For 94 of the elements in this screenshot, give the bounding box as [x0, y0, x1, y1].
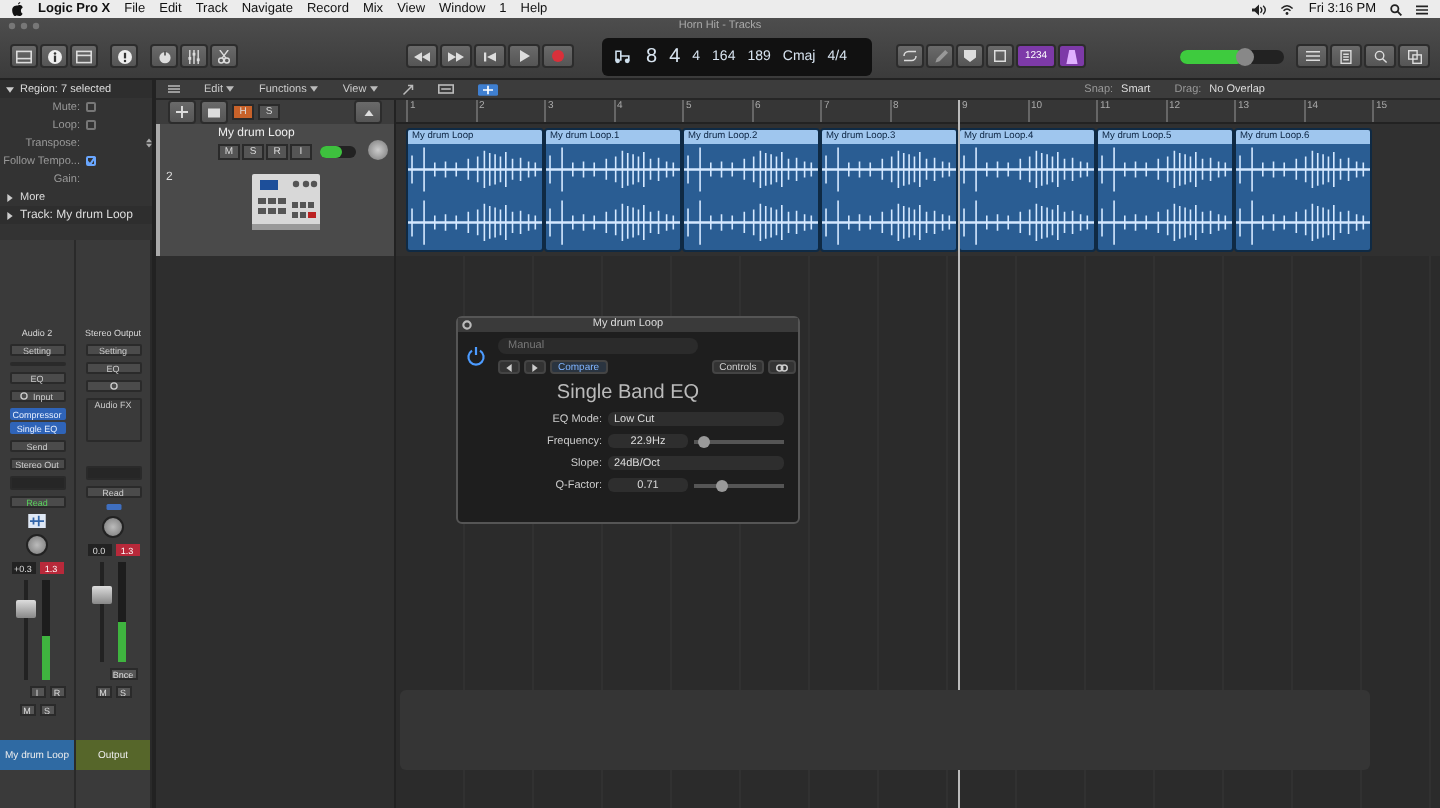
faders-icon — [186, 49, 202, 63]
link-button[interactable] — [768, 360, 797, 374]
zoom-icon[interactable] — [402, 83, 415, 95]
plugin-heading: Single Band EQ — [554, 382, 702, 404]
checkbox[interactable] — [86, 120, 96, 130]
metronome-icon — [1066, 49, 1078, 63]
disclosure-icon — [6, 193, 14, 201]
caret-icon — [363, 109, 373, 115]
volume-fader[interactable] — [92, 586, 112, 604]
waveform-drawing — [960, 144, 1094, 250]
rewind-button[interactable] — [406, 44, 438, 68]
metronome-button[interactable] — [1058, 44, 1086, 68]
checkbox[interactable] — [86, 156, 96, 166]
caret-right-icon — [532, 363, 538, 371]
master-volume-slider[interactable] — [1180, 49, 1284, 63]
waveform-drawing — [546, 144, 680, 250]
caret-left-icon — [506, 363, 512, 371]
link-icon — [109, 382, 117, 390]
scissors-icon — [216, 49, 232, 63]
rewind-icon — [414, 51, 430, 61]
skip-back-icon — [484, 51, 496, 61]
list-icon[interactable] — [168, 84, 180, 94]
disclosure-icon — [6, 211, 14, 219]
pan-knob[interactable] — [102, 516, 124, 538]
pan-knob[interactable] — [368, 140, 388, 160]
notes-button[interactable] — [1330, 44, 1362, 68]
folder-button[interactable] — [200, 100, 228, 124]
previous-preset-button[interactable] — [498, 360, 520, 374]
list-icon — [1305, 50, 1319, 62]
caret-down-icon[interactable] — [310, 86, 319, 92]
drum-machine-icon — [252, 174, 320, 230]
track-volume-slider[interactable] — [320, 146, 356, 158]
cycle-icon — [902, 50, 918, 62]
stepper-icon[interactable] — [146, 138, 152, 148]
fit-icon[interactable] — [438, 84, 455, 94]
quick-help-button[interactable] — [110, 44, 138, 68]
list-editors-button[interactable] — [1296, 44, 1328, 68]
power-icon[interactable] — [466, 346, 486, 366]
browser-button[interactable] — [1398, 44, 1430, 68]
knob-icon — [157, 49, 171, 63]
disclosure-icon — [6, 85, 14, 93]
link-icon — [20, 392, 29, 400]
next-preset-button[interactable] — [524, 360, 546, 374]
library-icon — [16, 49, 32, 63]
go-to-start-button[interactable] — [474, 44, 506, 68]
checkbox[interactable] — [86, 102, 96, 112]
notepad-icon — [1340, 49, 1352, 63]
pencil-button[interactable] — [926, 44, 954, 68]
cycle-button[interactable] — [896, 44, 924, 68]
browser-icon — [1407, 49, 1421, 63]
wifi-icon[interactable] — [1280, 3, 1295, 15]
beat-text: 4 — [669, 45, 681, 67]
waveform-drawing — [1098, 144, 1232, 250]
play-button[interactable] — [508, 44, 540, 68]
checkmark-icon — [86, 156, 96, 166]
editors-button[interactable] — [210, 44, 238, 68]
caret-down-icon[interactable] — [370, 86, 379, 92]
square-icon — [994, 50, 1006, 62]
collapse-button[interactable] — [354, 100, 382, 124]
caret-down-icon[interactable] — [226, 86, 235, 92]
library-button[interactable] — [10, 44, 38, 68]
play-icon — [519, 50, 529, 62]
level-meter — [118, 562, 126, 662]
volume-icon[interactable] — [1252, 3, 1267, 15]
gear-icon[interactable] — [462, 320, 472, 330]
fast-forward-icon — [448, 51, 464, 61]
plus-icon — [176, 106, 188, 118]
waveform-drawing — [822, 144, 956, 250]
info-button[interactable] — [40, 44, 68, 68]
help-icon — [117, 49, 131, 63]
waveform-drawing — [684, 144, 818, 250]
bar-text: 8 — [646, 45, 658, 67]
folder-icon — [208, 107, 220, 117]
link-icon — [776, 363, 789, 371]
menu-icon[interactable] — [1416, 3, 1428, 15]
level-meter — [42, 580, 50, 680]
smart-controls-button[interactable] — [150, 44, 178, 68]
toolbar-toggle-button[interactable] — [70, 44, 98, 68]
mixer-button[interactable] — [180, 44, 208, 68]
panel-icon — [76, 49, 92, 63]
info-icon — [47, 49, 61, 63]
pan-knob[interactable] — [26, 534, 48, 556]
solo-button[interactable] — [956, 44, 984, 68]
waveform-drawing — [408, 144, 542, 250]
input-button[interactable] — [85, 380, 141, 392]
replace-button[interactable] — [986, 44, 1014, 68]
volume-fader[interactable] — [16, 600, 36, 618]
waveform-drawing — [1236, 144, 1370, 250]
loop-browser-button[interactable] — [1364, 44, 1396, 68]
pencil-icon — [933, 49, 947, 63]
apple-icon — [12, 2, 24, 16]
record-icon — [552, 50, 564, 62]
search-icon[interactable] — [1390, 3, 1402, 15]
fast-forward-button[interactable] — [440, 44, 472, 68]
